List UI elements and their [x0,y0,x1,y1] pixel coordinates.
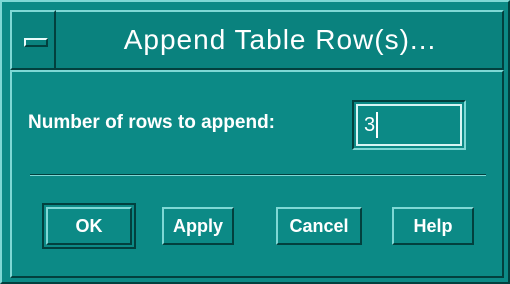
separator [30,174,486,176]
rows-input[interactable]: 3 [352,100,466,150]
rows-label: Number of rows to append: [28,112,275,133]
help-button[interactable]: Help [392,207,474,245]
text-cursor [376,112,378,138]
window-menu-button[interactable] [10,10,56,70]
ok-button[interactable]: OK [42,203,136,249]
dialog-window: Append Table Row(s)... Number of rows to… [0,0,510,284]
window-title: Append Table Row(s)... [123,24,437,55]
rows-input-value: 3 [364,114,376,136]
cancel-button[interactable]: Cancel [276,207,362,245]
window-menu-icon [24,38,48,47]
apply-button[interactable]: Apply [162,207,234,245]
